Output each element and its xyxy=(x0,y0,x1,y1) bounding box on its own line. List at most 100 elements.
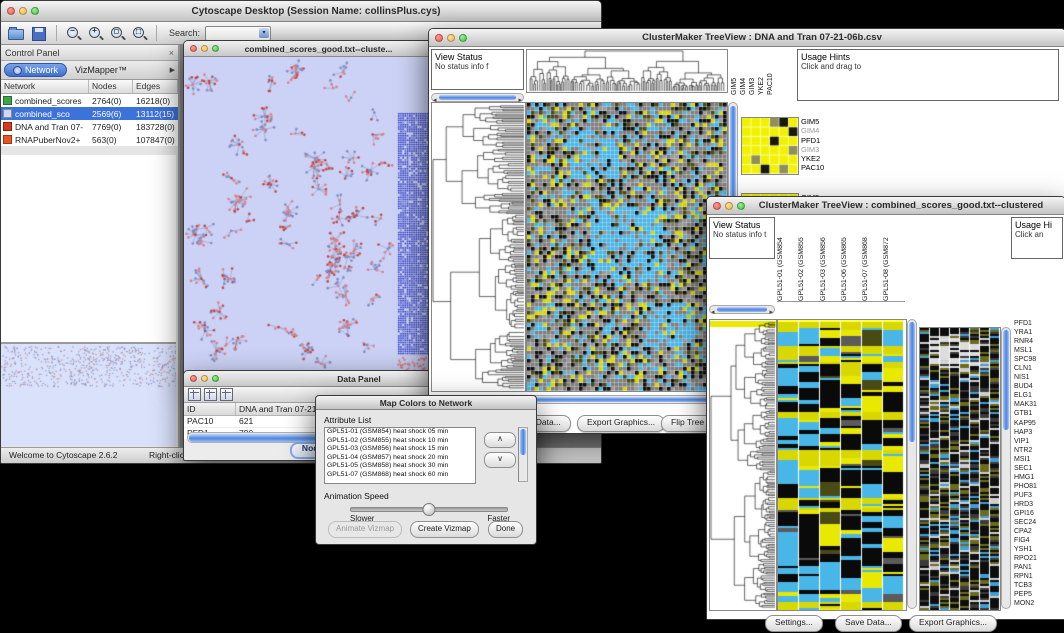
gene-label[interactable]: PFD1 xyxy=(1014,319,1064,328)
zoom-out-icon[interactable] xyxy=(65,25,82,42)
matrix-row-label[interactable]: YKE2 xyxy=(801,154,824,163)
export-graphics-button[interactable]: Export Graphics... xyxy=(909,615,997,632)
gene-label[interactable]: RPN1 xyxy=(1014,572,1064,581)
minimize-light-icon[interactable] xyxy=(447,34,455,42)
gene-label[interactable]: FIG4 xyxy=(1014,536,1064,545)
column-label[interactable]: PAC10 xyxy=(767,49,774,95)
gene-label[interactable]: BUD4 xyxy=(1014,382,1064,391)
gene-label-list[interactable]: PFD1YRA1RNR4MSL1SPC98CLN1NIS1BUD4ELG1MAK… xyxy=(1014,319,1064,611)
gene-label[interactable]: MON2 xyxy=(1014,599,1064,608)
close-light-icon[interactable] xyxy=(190,375,197,382)
column-label[interactable]: GPL51-03 (GSM856 xyxy=(820,217,841,301)
gene-label[interactable]: ELG1 xyxy=(1014,391,1064,400)
secondary-heatmap-canvas[interactable] xyxy=(919,327,1001,611)
gene-label[interactable]: SEC24 xyxy=(1014,518,1064,527)
row-dendrogram-canvas[interactable] xyxy=(431,102,526,392)
animation-speed-slider[interactable] xyxy=(350,507,508,512)
search-input[interactable]: ▾ xyxy=(205,26,271,41)
tab-network[interactable]: Network xyxy=(4,63,67,77)
scroll-left-icon[interactable] xyxy=(710,301,716,319)
table-row[interactable]: RNAPuberNov2+ 563(0) 107847(0) xyxy=(1,133,178,146)
column-label[interactable]: GPL51-06 (GSM865 xyxy=(841,217,862,301)
heatmap-canvas[interactable] xyxy=(526,102,728,392)
treeview-combined-titlebar[interactable]: ClusterMaker TreeView : combined_scores_… xyxy=(707,197,1064,215)
chevron-down-icon[interactable]: ▾ xyxy=(259,28,269,38)
zoom-light-icon[interactable] xyxy=(212,375,219,382)
matrix-row-label[interactable]: PAC10 xyxy=(801,163,824,172)
table-row-selected[interactable]: combined_sco 2569(6) 13112(15) xyxy=(1,107,178,120)
scrollbar-thumb[interactable] xyxy=(520,429,526,455)
attribute-list-item[interactable]: GPL51-07 (GSM868) heat shock 60 min xyxy=(325,471,475,480)
column-label[interactable]: GIM4 xyxy=(740,49,747,95)
similarity-matrix-canvas[interactable] xyxy=(741,117,799,175)
list-scrollbar[interactable] xyxy=(518,427,528,482)
open-file-icon[interactable] xyxy=(7,24,25,42)
dialog-titlebar[interactable]: Map Colors to Network xyxy=(316,396,536,410)
zoom-light-icon[interactable] xyxy=(459,34,467,42)
move-down-button[interactable]: ∨ xyxy=(484,452,516,468)
create-vizmap-button[interactable]: Create Vizmap xyxy=(410,521,479,538)
minimize-light-icon[interactable] xyxy=(19,7,27,15)
gene-label[interactable]: YSH1 xyxy=(1014,545,1064,554)
gene-label[interactable]: PHO81 xyxy=(1014,482,1064,491)
network-view-titlebar[interactable]: combined_scores_good.txt--cluste... xyxy=(184,41,433,57)
scrollbar-thumb[interactable] xyxy=(717,307,768,312)
column-label[interactable]: GPL51-02 (GSM855 xyxy=(798,217,819,301)
attribute-list-item[interactable]: GPL51-05 (GSM858) heat shock 30 min xyxy=(325,462,475,471)
gene-label[interactable]: CPA2 xyxy=(1014,527,1064,536)
vertical-scrollbar[interactable] xyxy=(907,319,917,609)
gene-label[interactable]: RNR4 xyxy=(1014,337,1064,346)
minimize-light-icon[interactable] xyxy=(201,45,208,52)
scrollbar-thumb[interactable] xyxy=(534,397,731,402)
gene-label[interactable]: TCB3 xyxy=(1014,581,1064,590)
gene-label[interactable]: GPI16 xyxy=(1014,509,1064,518)
gene-label[interactable]: SPC98 xyxy=(1014,355,1064,364)
horizontal-scrollbar[interactable] xyxy=(431,93,524,102)
zoom-light-icon[interactable] xyxy=(737,202,745,210)
gene-label[interactable]: VIP1 xyxy=(1014,437,1064,446)
scrollbar-thumb[interactable] xyxy=(1003,330,1009,430)
zoom-fit-icon[interactable] xyxy=(109,25,126,42)
gene-label[interactable]: PAN1 xyxy=(1014,563,1064,572)
birdseye-view[interactable] xyxy=(1,342,176,448)
attribute-select-icon[interactable] xyxy=(188,388,201,401)
gene-label[interactable]: CLN1 xyxy=(1014,364,1064,373)
close-light-icon[interactable] xyxy=(7,7,15,15)
tab-vizmapper[interactable]: VizMapper™ xyxy=(69,64,133,76)
scroll-right-icon[interactable] xyxy=(768,301,774,319)
move-up-button[interactable]: ∧ xyxy=(484,432,516,448)
minimize-light-icon[interactable] xyxy=(725,202,733,210)
matrix-row-label[interactable]: PFD1 xyxy=(801,136,824,145)
attribute-list[interactable]: GPL51-01 (GSM854) heat shock 05 minGPL51… xyxy=(324,427,476,484)
zoom-in-icon[interactable] xyxy=(87,25,104,42)
gene-label[interactable]: NTR2 xyxy=(1014,446,1064,455)
attribute-list-item[interactable]: GPL51-03 (GSM856) heat shock 15 min xyxy=(325,445,475,454)
vertical-scrollbar[interactable] xyxy=(1001,327,1011,609)
network-canvas[interactable] xyxy=(184,57,431,378)
column-label[interactable]: GPL51-08 (GSM872 xyxy=(883,217,904,301)
column-label[interactable]: GIM5 xyxy=(731,49,738,95)
column-label[interactable]: GPL51-07 (GSM868 xyxy=(862,217,883,301)
animate-vizmap-button[interactable]: Animate Vizmap xyxy=(328,521,402,538)
slider-thumb[interactable] xyxy=(423,503,436,516)
scrollbar-thumb[interactable] xyxy=(439,95,517,100)
gene-label[interactable]: HRD3 xyxy=(1014,500,1064,509)
close-light-icon[interactable] xyxy=(713,202,721,210)
gene-label[interactable]: HAP3 xyxy=(1014,428,1064,437)
birdseye-canvas[interactable] xyxy=(1,344,176,446)
matrix-row-label[interactable]: GIM3 xyxy=(801,145,824,154)
minimize-light-icon[interactable] xyxy=(201,375,208,382)
zoom-light-icon[interactable] xyxy=(31,7,39,15)
tab-overflow-icon[interactable]: ▶ xyxy=(170,66,175,74)
zoom-light-icon[interactable] xyxy=(212,45,219,52)
zoom-selected-icon[interactable] xyxy=(131,25,148,42)
scrollbar-thumb[interactable] xyxy=(909,322,915,442)
table-row[interactable]: DNA and Tran 07- 7769(0) 183728(0) xyxy=(1,120,178,133)
cytoscape-titlebar[interactable]: Cytoscape Desktop (Session Name: collins… xyxy=(1,1,601,22)
row-dendrogram-canvas[interactable] xyxy=(709,319,777,611)
table-mode-icon[interactable] xyxy=(204,388,217,401)
attribute-list-item[interactable]: GPL51-04 (GSM857) heat shock 20 min xyxy=(325,454,475,463)
gene-label[interactable]: KAP95 xyxy=(1014,419,1064,428)
column-label[interactable]: YKE2 xyxy=(758,49,765,95)
close-light-icon[interactable] xyxy=(190,45,197,52)
